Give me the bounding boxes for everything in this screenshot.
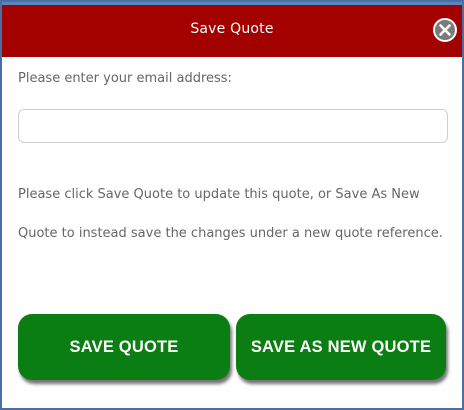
dialog-titlebar: Save Quote: [2, 2, 462, 57]
close-circle-icon: [433, 18, 457, 42]
save-info-text: Please click Save Quote to update this q…: [18, 187, 443, 241]
email-label: Please enter your email address:: [18, 71, 232, 86]
email-field[interactable]: [18, 109, 448, 143]
save-as-new-quote-button[interactable]: SAVE AS NEW QUOTE: [236, 314, 446, 380]
save-quote-dialog: Save Quote Please enter your email addre…: [0, 0, 464, 410]
save-quote-button[interactable]: SAVE QUOTE: [18, 314, 230, 380]
close-icon[interactable]: [433, 18, 457, 42]
dialog-title: Save Quote: [190, 21, 274, 37]
